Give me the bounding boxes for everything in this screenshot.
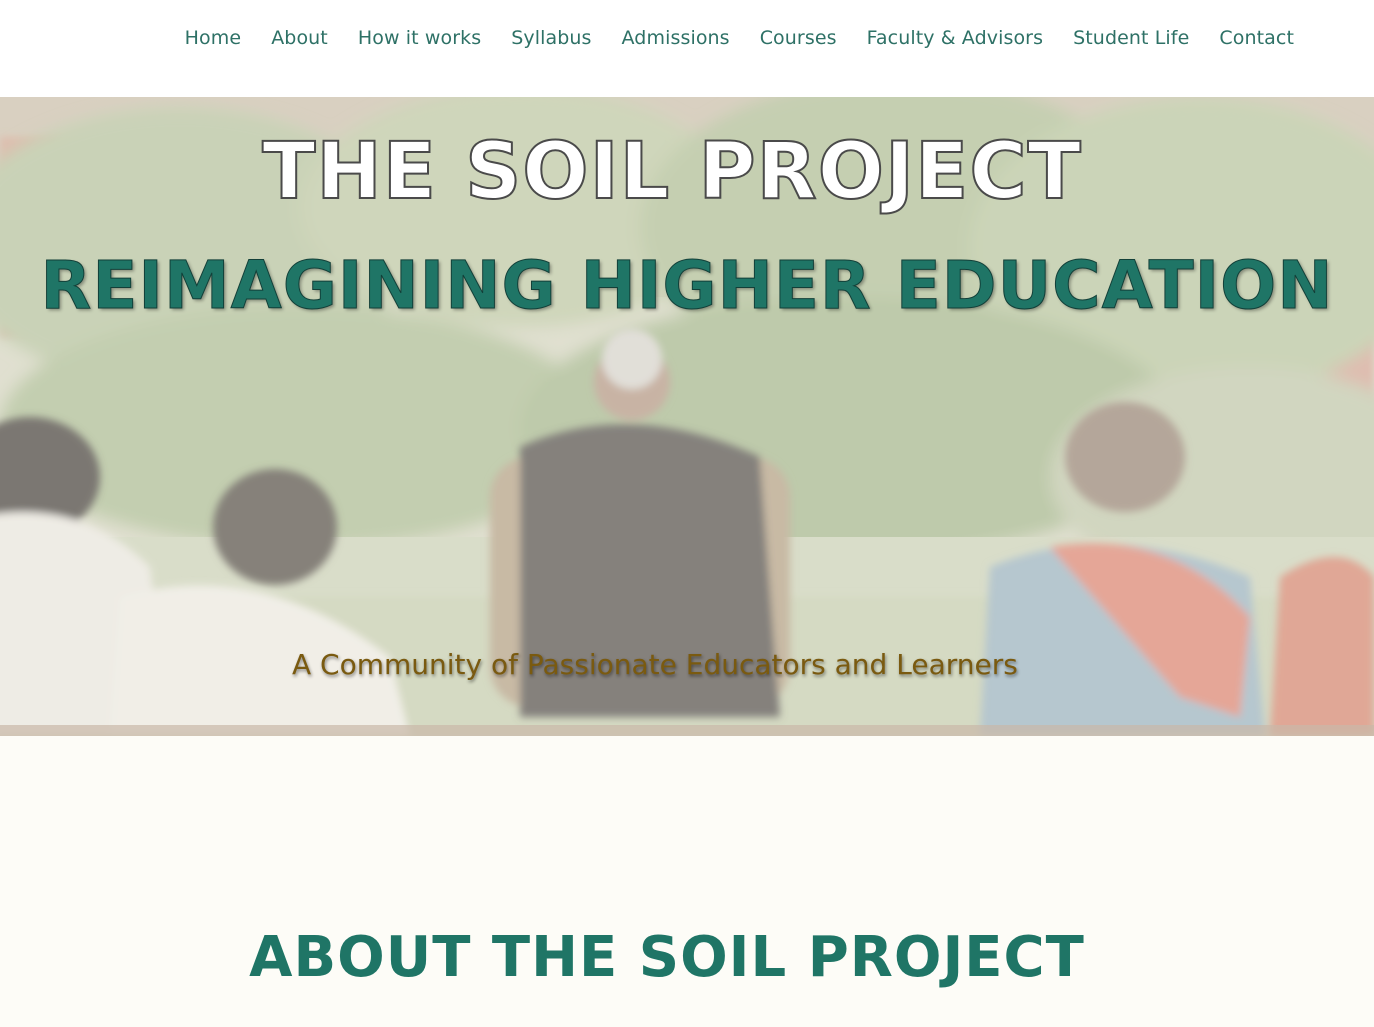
hero-subtitle: REIMAGINING HIGHER EDUCATION	[40, 247, 1334, 325]
nav-faculty-advisors[interactable]: Faculty & Advisors	[867, 27, 1043, 49]
nav-how-it-works[interactable]: How it works	[358, 27, 481, 49]
main-nav: Home About How it works Syllabus Admissi…	[185, 27, 1294, 49]
nav-about[interactable]: About	[271, 27, 328, 49]
about-heading: ABOUT THE SOIL PROJECT	[249, 925, 1085, 990]
site-header: Home About How it works Syllabus Admissi…	[0, 0, 1374, 97]
nav-contact[interactable]: Contact	[1219, 27, 1294, 49]
hero-banner: THE SOIL PROJECT REIMAGINING HIGHER EDUC…	[0, 97, 1374, 736]
hero-tagline: A Community of Passionate Educators and …	[292, 648, 1018, 681]
hero-title: THE SOIL PROJECT	[261, 126, 1082, 218]
nav-admissions[interactable]: Admissions	[622, 27, 730, 49]
nav-home[interactable]: Home	[185, 27, 242, 49]
nav-syllabus[interactable]: Syllabus	[511, 27, 591, 49]
nav-courses[interactable]: Courses	[760, 27, 837, 49]
nav-student-life[interactable]: Student Life	[1073, 27, 1189, 49]
